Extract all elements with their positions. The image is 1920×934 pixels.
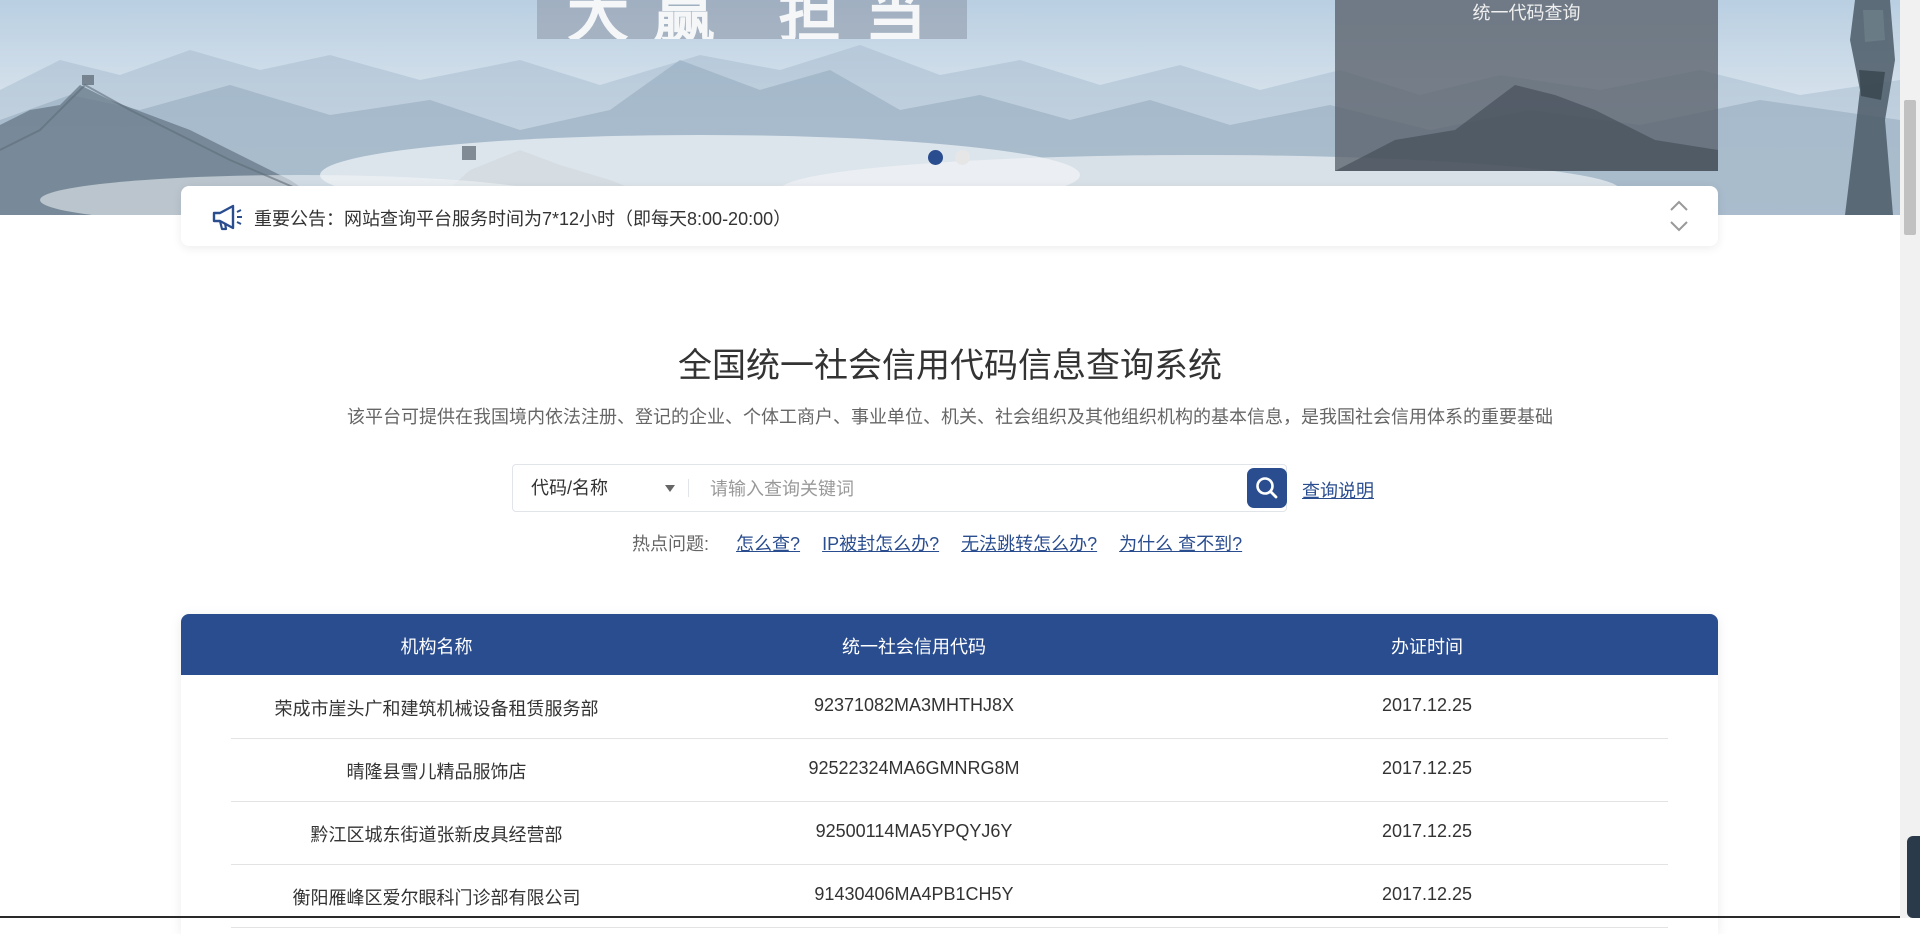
select-divider: [688, 479, 689, 497]
table-row[interactable]: 晴隆县雪儿精品服饰店 92522324MA6GMNRG8M 2017.12.25: [231, 738, 1668, 802]
banner-slogan-text: 大赢 担当: [567, 0, 951, 39]
hot-link-ip-blocked[interactable]: IP被封怎么办?: [822, 530, 939, 556]
search-button[interactable]: [1247, 468, 1287, 508]
cell-org-name: 黔江区城东街道张新皮具经营部: [310, 825, 563, 845]
cell-credit-code: 92371082MA3MHTHJ8X: [813, 695, 1015, 715]
search-input[interactable]: [708, 470, 1242, 508]
carousel-dots: [928, 150, 970, 166]
megaphone-icon: [212, 204, 242, 231]
caret-down-icon: [665, 485, 675, 492]
page-subtitle: 该平台可提供在我国境内依法注册、登记的企业、个体工商户、事业单位、机关、社会组织…: [347, 407, 1553, 427]
column-header-org-name: 机构名称: [400, 637, 473, 657]
scrollbar-thumb[interactable]: [1904, 100, 1916, 235]
page-title: 全国统一社会信用代码信息查询系统: [678, 347, 1222, 385]
carousel-dot-2[interactable]: [955, 150, 970, 165]
search-bar: 代码/名称: [512, 464, 1287, 512]
search-type-value: 代码/名称: [531, 478, 609, 498]
hot-questions-label: 热点问题:: [632, 534, 710, 554]
announcement-bar: 重要公告：网站查询平台服务时间为7*12小时（即每天8:00-20:00）: [181, 186, 1718, 246]
banner-slogan: 大赢 担当: [537, 0, 967, 39]
up-down-arrows-icon[interactable]: [1668, 198, 1690, 234]
page-scrollbar[interactable]: [1900, 0, 1920, 918]
cell-issue-date: 2017.12.25: [1381, 758, 1473, 778]
code-query-card[interactable]: 统一代码查询: [1335, 0, 1718, 171]
hot-link-not-found[interactable]: 为什么 查不到?: [1119, 530, 1242, 556]
table-row[interactable]: 黔江区城东街道张新皮具经营部 92500114MA5YPQYJ6Y 2017.1…: [231, 801, 1668, 865]
column-header-credit-code: 统一社会信用代码: [842, 637, 986, 657]
hot-link-how-to-query[interactable]: 怎么查?: [736, 530, 800, 556]
card-background-mountain: [1335, 85, 1718, 171]
cell-org-name: 晴隆县雪儿精品服饰店: [346, 762, 527, 782]
cell-issue-date: 2017.12.25: [1381, 821, 1473, 841]
bronze-statue-image: [1845, 0, 1895, 215]
table-header: 机构名称 统一社会信用代码 办证时间: [181, 614, 1718, 675]
cell-credit-code: 92500114MA5YPQYJ6Y: [815, 821, 1013, 841]
cell-issue-date: 2017.12.25: [1381, 695, 1473, 715]
search-type-select[interactable]: 代码/名称: [513, 465, 688, 511]
side-float-tab[interactable]: [1907, 836, 1920, 918]
cell-org-name: 衡阳雁峰区爱尔眼科门诊部有限公司: [292, 888, 581, 908]
announcement-text: 重要公告：网站查询平台服务时间为7*12小时（即每天8:00-20:00）: [254, 209, 792, 229]
hot-link-cannot-redirect[interactable]: 无法跳转怎么办?: [961, 530, 1097, 556]
cell-credit-code: 91430406MA4PB1CH5Y: [814, 884, 1014, 904]
cell-credit-code: 92522324MA6GMNRG8M: [808, 758, 1020, 778]
carousel-dot-1[interactable]: [928, 150, 943, 165]
hot-questions: 热点问题: 怎么查? IP被封怎么办? 无法跳转怎么办? 为什么 查不到?: [632, 530, 1259, 556]
search-icon: [1256, 477, 1278, 499]
column-header-issue-date: 办证时间: [1391, 637, 1463, 657]
query-help-link[interactable]: 查询说明: [1302, 477, 1374, 503]
cell-issue-date: 2017.12.25: [1381, 884, 1473, 904]
table-row[interactable]: 衡阳雁峰区爱尔眼科门诊部有限公司 91430406MA4PB1CH5Y 2017…: [231, 864, 1668, 928]
results-table: 机构名称 统一社会信用代码 办证时间 荣成市崖头广和建筑机械设备租赁服务部 92…: [181, 614, 1718, 934]
table-row[interactable]: 荣成市崖头广和建筑机械设备租赁服务部 92371082MA3MHTHJ8X 20…: [231, 675, 1668, 739]
cell-org-name: 荣成市崖头广和建筑机械设备租赁服务部: [274, 699, 599, 719]
hero-banner: 大赢 担当 统一代码查询: [0, 0, 1900, 215]
